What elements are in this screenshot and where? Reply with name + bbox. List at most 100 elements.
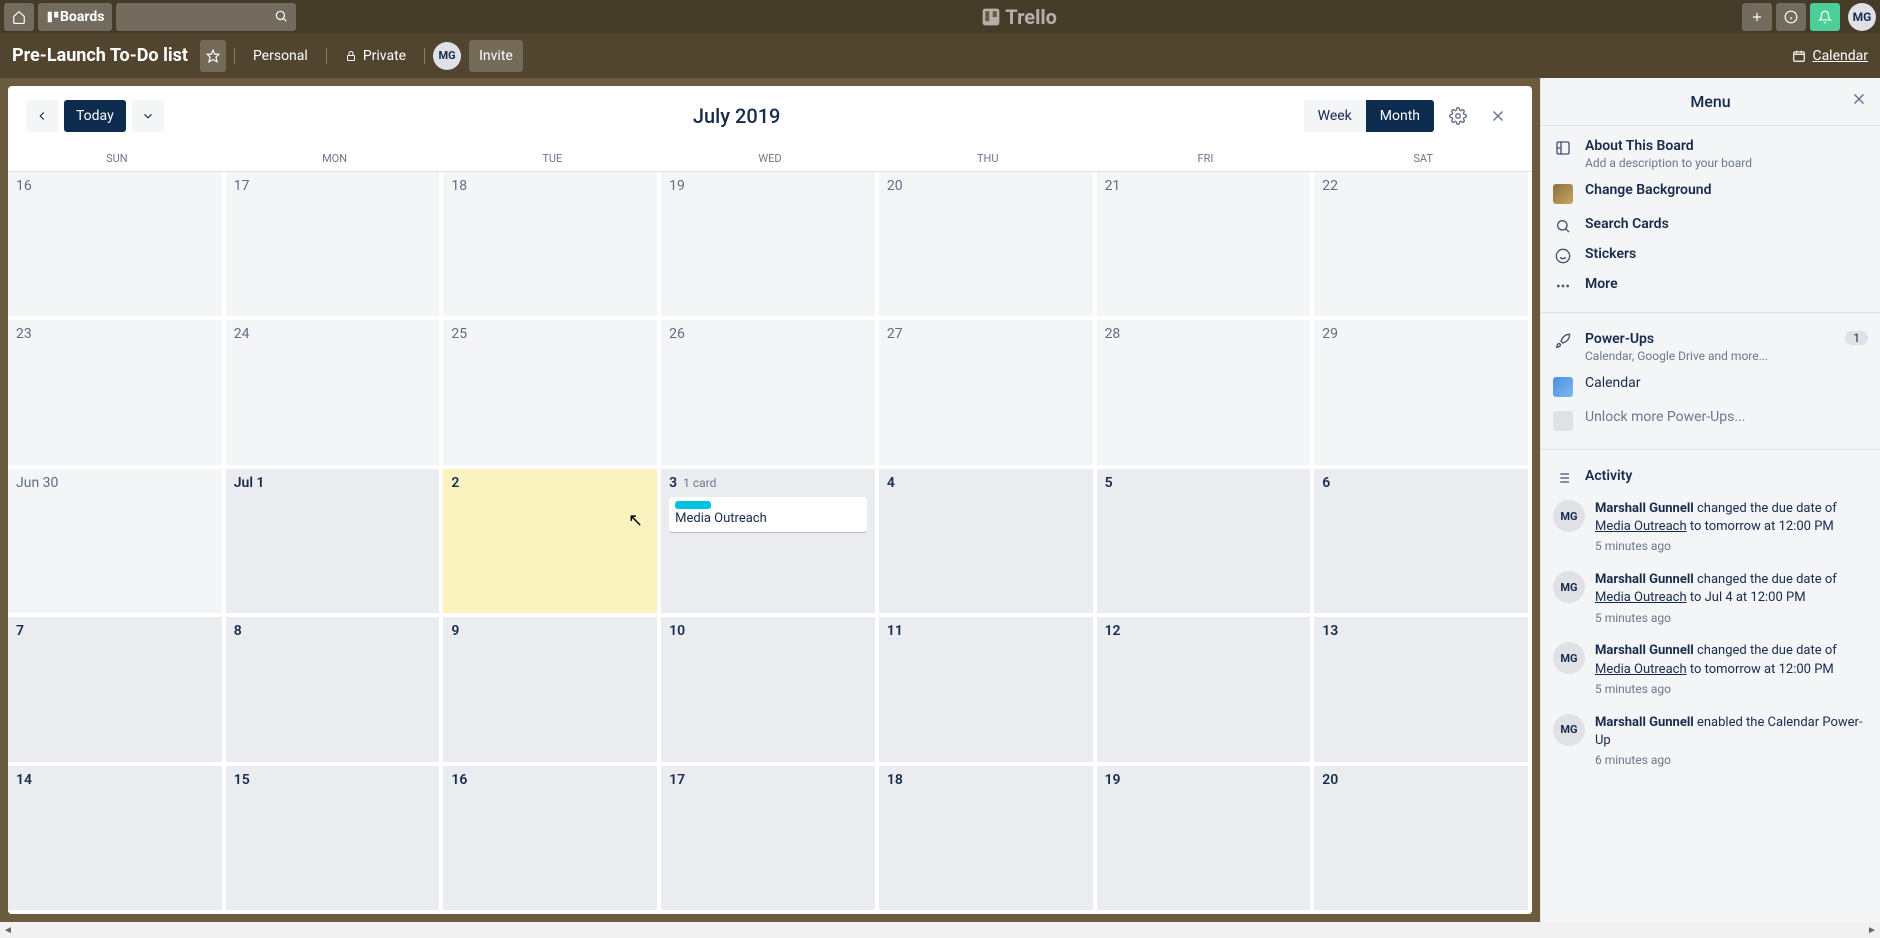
calendar-cell[interactable]: 27 (879, 320, 1097, 468)
week-view-button[interactable]: Week (1304, 100, 1366, 132)
calendar-cell[interactable]: 18 (879, 766, 1097, 914)
calendar-cell[interactable]: 15 (226, 766, 444, 914)
day-number: 17 (234, 178, 250, 194)
calendar-cell[interactable]: 28 (1097, 320, 1315, 468)
calendar-cell[interactable]: 29 (1314, 320, 1532, 468)
change-background-item[interactable]: Change Background (1553, 176, 1868, 210)
calendar-link[interactable]: Calendar (1792, 48, 1868, 64)
boards-label: Boards (60, 9, 104, 25)
next-button[interactable] (132, 100, 164, 132)
create-button[interactable] (1742, 3, 1772, 31)
info-button[interactable] (1776, 3, 1806, 31)
calendar-cell[interactable]: 17 (661, 766, 879, 914)
separator (234, 48, 235, 64)
calendar-cell[interactable]: 13 (1314, 617, 1532, 765)
activity-item: MGMarshall Gunnell changed the due date … (1553, 634, 1868, 705)
private-button[interactable]: Private (335, 40, 416, 72)
calendar: Today July 2019 Week Month SUNMONTUEWEDT… (8, 86, 1532, 914)
calendar-cell[interactable]: 24 (226, 320, 444, 468)
calendar-card[interactable]: Media Outreach (669, 497, 867, 532)
calendar-cell[interactable]: 25 (443, 320, 661, 468)
star-button[interactable] (200, 40, 226, 72)
calendar-title: July 2019 (170, 104, 1304, 128)
more-item[interactable]: More (1553, 270, 1868, 300)
calendar-cell[interactable]: 17 (226, 172, 444, 320)
dow-label: FRI (1097, 146, 1315, 171)
day-number: 13 (1322, 623, 1338, 639)
day-number: 10 (669, 623, 685, 639)
home-button[interactable] (4, 3, 34, 31)
calendar-cell[interactable]: 4 (879, 469, 1097, 617)
calendar-cell[interactable]: 20 (879, 172, 1097, 320)
calendar-cell[interactable]: Jul 1 (226, 469, 444, 617)
search-cards-item[interactable]: Search Cards (1553, 210, 1868, 240)
calendar-cell[interactable]: 3 1 card Media Outreach (661, 469, 879, 617)
calendar-cell[interactable]: 22 (1314, 172, 1532, 320)
calendar-cell[interactable]: Jun 30 (8, 469, 226, 617)
list-icon (1553, 470, 1573, 486)
day-number: 2 (451, 475, 459, 491)
menu-header: Menu (1541, 78, 1880, 126)
calendar-cell[interactable]: 7 (8, 617, 226, 765)
activity-item: MGMarshall Gunnell enabled the Calendar … (1553, 706, 1868, 777)
activity-link[interactable]: Media Outreach (1595, 590, 1687, 605)
calendar-cell[interactable]: 5 (1097, 469, 1315, 617)
day-number: 12 (1105, 623, 1121, 639)
calendar-cell[interactable]: 8 (226, 617, 444, 765)
calendar-powerup-item[interactable]: Calendar (1553, 369, 1868, 403)
calendar-cell[interactable]: 20 (1314, 766, 1532, 914)
about-board-item[interactable]: About This Board Add a description to yo… (1553, 132, 1868, 176)
activity-link[interactable]: Media Outreach (1595, 662, 1687, 677)
calendar-cell[interactable]: 14 (8, 766, 226, 914)
member-avatar[interactable]: MG (433, 42, 461, 70)
activity-time: 5 minutes ago (1595, 538, 1868, 555)
dow-label: MON (226, 146, 444, 171)
boards-button[interactable]: Boards (38, 3, 112, 31)
scroll-right-arrow[interactable]: ► (1864, 922, 1880, 938)
calendar-cell[interactable]: 16 (8, 172, 226, 320)
calendar-cell[interactable]: 23 (8, 320, 226, 468)
search-input[interactable] (116, 3, 296, 31)
calendar-cell[interactable]: 10 (661, 617, 879, 765)
topbar-right: MG (1742, 3, 1876, 31)
calendar-header: Today July 2019 Week Month (8, 86, 1532, 146)
calendar-cell[interactable]: 19 (661, 172, 879, 320)
day-number: 3 (669, 475, 677, 491)
activity-time: 6 minutes ago (1595, 752, 1868, 769)
calendar-cell[interactable]: 18 (443, 172, 661, 320)
scroll-left-arrow[interactable]: ◄ (0, 922, 16, 938)
invite-button[interactable]: Invite (469, 40, 523, 72)
month-view-button[interactable]: Month (1366, 100, 1434, 132)
day-number: 11 (887, 623, 903, 639)
horizontal-scrollbar[interactable]: ◄ ► (0, 922, 1880, 938)
close-calendar-button[interactable] (1482, 100, 1514, 132)
personal-button[interactable]: Personal (243, 40, 318, 72)
card-count: 1 card (683, 476, 716, 490)
unlock-powerups-item[interactable]: Unlock more Power-Ups... (1553, 403, 1868, 437)
day-number: Jun 30 (16, 475, 58, 491)
today-button[interactable]: Today (64, 100, 126, 132)
prev-button[interactable] (26, 100, 58, 132)
bell-icon (1818, 10, 1832, 24)
user-avatar[interactable]: MG (1848, 3, 1876, 31)
settings-button[interactable] (1442, 100, 1474, 132)
day-number: 19 (669, 178, 685, 194)
calendar-cell[interactable]: 11 (879, 617, 1097, 765)
calendar-cell[interactable]: 2 (443, 469, 661, 617)
day-number: 5 (1105, 475, 1113, 491)
close-menu-button[interactable] (1850, 90, 1868, 108)
activity-link[interactable]: Media Outreach (1595, 519, 1687, 534)
powerups-item[interactable]: Power-Ups Calendar, Google Drive and mor… (1553, 325, 1868, 369)
card-title: Media Outreach (675, 511, 861, 526)
calendar-cell[interactable]: 12 (1097, 617, 1315, 765)
stickers-item[interactable]: Stickers (1553, 240, 1868, 270)
calendar-cell[interactable]: 21 (1097, 172, 1315, 320)
dow-label: SUN (8, 146, 226, 171)
calendar-cell[interactable]: 19 (1097, 766, 1315, 914)
calendar-cell[interactable]: 16 (443, 766, 661, 914)
separator (1541, 449, 1880, 450)
calendar-cell[interactable]: 9 (443, 617, 661, 765)
calendar-cell[interactable]: 6 (1314, 469, 1532, 617)
calendar-cell[interactable]: 26 (661, 320, 879, 468)
notifications-button[interactable] (1810, 3, 1840, 31)
